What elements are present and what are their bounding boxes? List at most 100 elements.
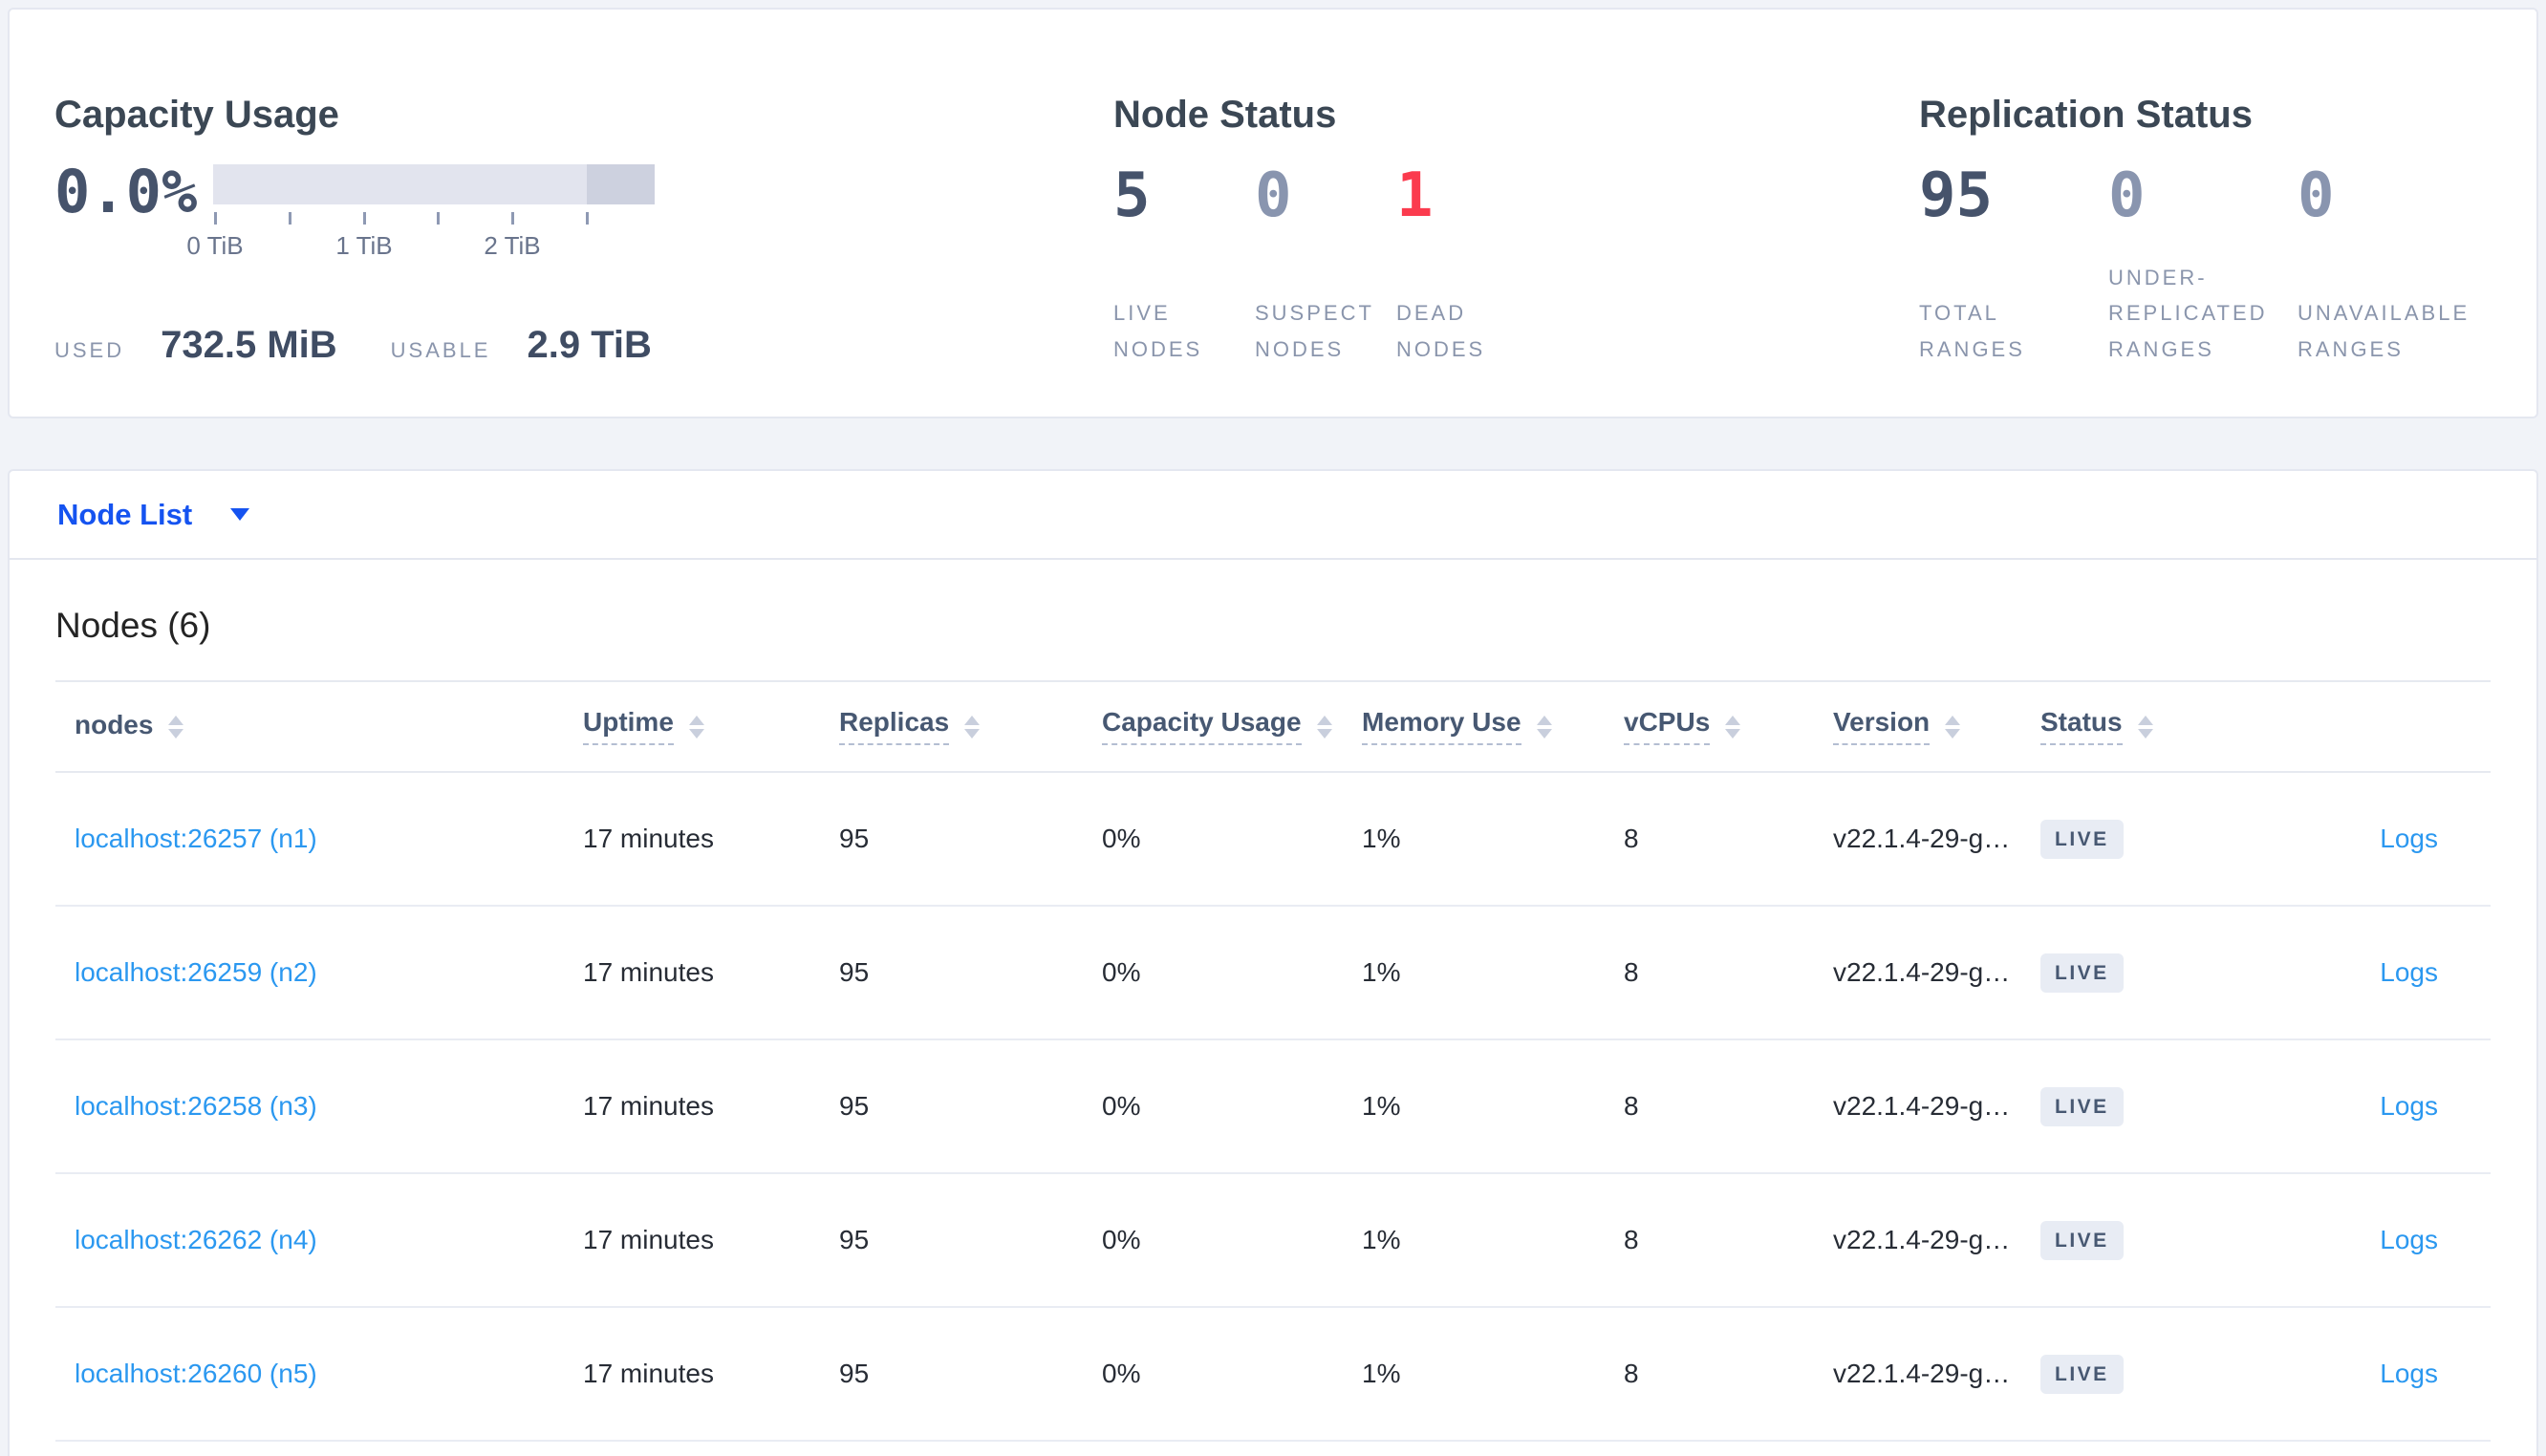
- node-list-dropdown[interactable]: Node List: [57, 497, 250, 532]
- logs-link[interactable]: Logs: [2380, 1091, 2438, 1121]
- version-cell: v22.1.4-29-g…: [1833, 957, 2011, 987]
- table-row: localhost:26257 (n1) 17 minutes 95 0% 1%…: [55, 773, 2491, 907]
- status-badge: LIVE: [2040, 1354, 2124, 1394]
- status-cell: LIVE: [2040, 1086, 2248, 1126]
- capacity-usage-title: Capacity Usage: [54, 94, 339, 136]
- capacity-cell: 0%: [1102, 1091, 1141, 1121]
- total-ranges-stat: 95 TOTAL RANGES: [1919, 161, 2108, 367]
- axis-tick: [363, 212, 366, 225]
- node-link[interactable]: localhost:26259 (n2): [75, 957, 317, 987]
- total-ranges-label: TOTAL RANGES: [1919, 301, 2025, 361]
- uptime-cell: 17 minutes: [583, 1359, 714, 1388]
- replicas-cell: 95: [839, 1359, 870, 1388]
- nodes-count-heading: Nodes (6): [55, 606, 211, 645]
- uptime-cell: 17 minutes: [583, 1225, 714, 1254]
- column-header-nodes[interactable]: nodes: [55, 711, 583, 742]
- suspect-nodes-value: 0: [1255, 161, 1292, 231]
- node-cell: localhost:26260 (n5): [55, 1359, 583, 1389]
- capacity-bar-chart: 0 TiB 1 TiB 2 TiB: [186, 164, 655, 260]
- axis-tick-label: 0 TiB: [186, 231, 244, 260]
- axis-tick-label: 2 TiB: [484, 231, 541, 260]
- usable-label: USABLE: [390, 338, 491, 362]
- logs-cell: Logs: [2248, 1091, 2491, 1122]
- node-link[interactable]: localhost:26260 (n5): [75, 1359, 317, 1388]
- sort-icon: [1725, 715, 1741, 739]
- memory-cell: 1%: [1362, 1359, 1401, 1388]
- memory-cell: 1%: [1362, 824, 1401, 853]
- status-badge: LIVE: [2040, 1220, 2124, 1260]
- replicas-cell: 95: [839, 957, 870, 987]
- memory-cell: 1%: [1362, 957, 1401, 987]
- uptime-cell: 17 minutes: [583, 1091, 714, 1121]
- uptime-cell: 17 minutes: [583, 957, 714, 987]
- column-header-version[interactable]: Version: [1833, 708, 2040, 745]
- replication-status-panel: Replication Status 95 TOTAL RANGES 0 UND…: [1919, 96, 2536, 367]
- table-row: localhost:26259 (n2) 17 minutes 95 0% 1%…: [55, 907, 2491, 1040]
- suspect-nodes-stat: 0 SUSPECT NODES: [1255, 161, 1396, 367]
- node-cell: localhost:26262 (n4): [55, 1225, 583, 1255]
- sort-icon: [1945, 715, 1961, 739]
- sort-icon: [2137, 715, 2153, 739]
- capacity-cell: 0%: [1102, 1225, 1141, 1254]
- logs-link[interactable]: Logs: [2380, 1359, 2438, 1388]
- table-header-row: nodes Uptime Replicas Capacity Usage Mem…: [55, 680, 2491, 773]
- column-header-memory-use[interactable]: Memory Use: [1362, 708, 1624, 745]
- vcpus-cell: 8: [1624, 1359, 1639, 1388]
- column-header-status[interactable]: Status: [2040, 708, 2248, 745]
- column-header-vcpus[interactable]: vCPUs: [1624, 708, 1833, 745]
- capacity-cell: 0%: [1102, 824, 1141, 853]
- status-cell: LIVE: [2040, 1220, 2248, 1260]
- version-cell: v22.1.4-29-g…: [1833, 1091, 2011, 1121]
- status-cell: LIVE: [2040, 819, 2248, 859]
- memory-cell: 1%: [1362, 1225, 1401, 1254]
- axis-tick-label: 1 TiB: [335, 231, 393, 260]
- capacity-usage-panel: Capacity Usage 0.0% 0 TiB 1 TiB 2 TiB US…: [54, 96, 1113, 367]
- capacity-gauge: 0.0% 0 TiB 1 TiB 2 TiB: [54, 162, 1113, 260]
- capacity-cell: 0%: [1102, 1359, 1141, 1388]
- vcpus-cell: 8: [1624, 1091, 1639, 1121]
- used-label: USED: [54, 338, 125, 362]
- logs-link[interactable]: Logs: [2380, 1225, 2438, 1254]
- capacity-bar-other-segment: [587, 164, 655, 204]
- version-cell: v22.1.4-29-g…: [1833, 824, 2011, 853]
- status-cell: LIVE: [2040, 953, 2248, 993]
- logs-link[interactable]: Logs: [2380, 957, 2438, 987]
- under-replicated-ranges-label: UNDER-REPLICATED RANGES: [2108, 265, 2268, 361]
- under-replicated-ranges-value: 0: [2108, 161, 2146, 231]
- chevron-down-icon: [230, 508, 250, 521]
- vcpus-cell: 8: [1624, 957, 1639, 987]
- live-nodes-stat: 5 LIVE NODES: [1113, 163, 1255, 367]
- node-link[interactable]: localhost:26262 (n4): [75, 1225, 317, 1254]
- sort-icon: [168, 715, 184, 739]
- node-list-dropdown-label: Node List: [57, 497, 193, 531]
- cluster-summary-card: Capacity Usage 0.0% 0 TiB 1 TiB 2 TiB US…: [8, 8, 2538, 418]
- uptime-cell: 17 minutes: [583, 824, 714, 853]
- node-link[interactable]: localhost:26258 (n3): [75, 1091, 317, 1121]
- node-link[interactable]: localhost:26257 (n1): [75, 824, 317, 853]
- sort-icon: [1316, 715, 1332, 739]
- capacity-cell: 0%: [1102, 957, 1141, 987]
- column-header-capacity-usage[interactable]: Capacity Usage: [1102, 708, 1362, 745]
- version-cell: v22.1.4-29-g…: [1833, 1359, 2011, 1388]
- table-row: localhost:26260 (n5) 17 minutes 95 0% 1%…: [55, 1308, 2491, 1442]
- logs-link[interactable]: Logs: [2380, 824, 2438, 853]
- total-ranges-value: 95: [1919, 161, 1994, 231]
- column-header-replicas[interactable]: Replicas: [839, 708, 1102, 745]
- live-nodes-label: LIVE NODES: [1113, 301, 1203, 361]
- suspect-nodes-label: SUSPECT NODES: [1255, 301, 1374, 361]
- table-row: localhost:26258 (n3) 17 minutes 95 0% 1%…: [55, 1040, 2491, 1174]
- capacity-bar: [213, 164, 655, 204]
- node-status-panel: Node Status 5 LIVE NODES 0 SUSPECT NODES…: [1113, 96, 1919, 367]
- node-cell: localhost:26257 (n1): [55, 824, 583, 854]
- table-row: localhost:26262 (n4) 17 minutes 95 0% 1%…: [55, 1174, 2491, 1308]
- usable-value: 2.9 TiB: [527, 324, 652, 366]
- replication-status-title: Replication Status: [1919, 94, 2253, 136]
- replicas-cell: 95: [839, 1091, 870, 1121]
- logs-cell: Logs: [2248, 957, 2491, 988]
- node-cell: localhost:26259 (n2): [55, 957, 583, 988]
- under-replicated-ranges-stat: 0 UNDER-REPLICATED RANGES: [2108, 161, 2298, 367]
- column-header-uptime[interactable]: Uptime: [583, 708, 839, 745]
- dead-nodes-value: 1: [1396, 161, 1434, 231]
- axis-tick: [511, 212, 514, 225]
- sort-icon: [1536, 715, 1552, 739]
